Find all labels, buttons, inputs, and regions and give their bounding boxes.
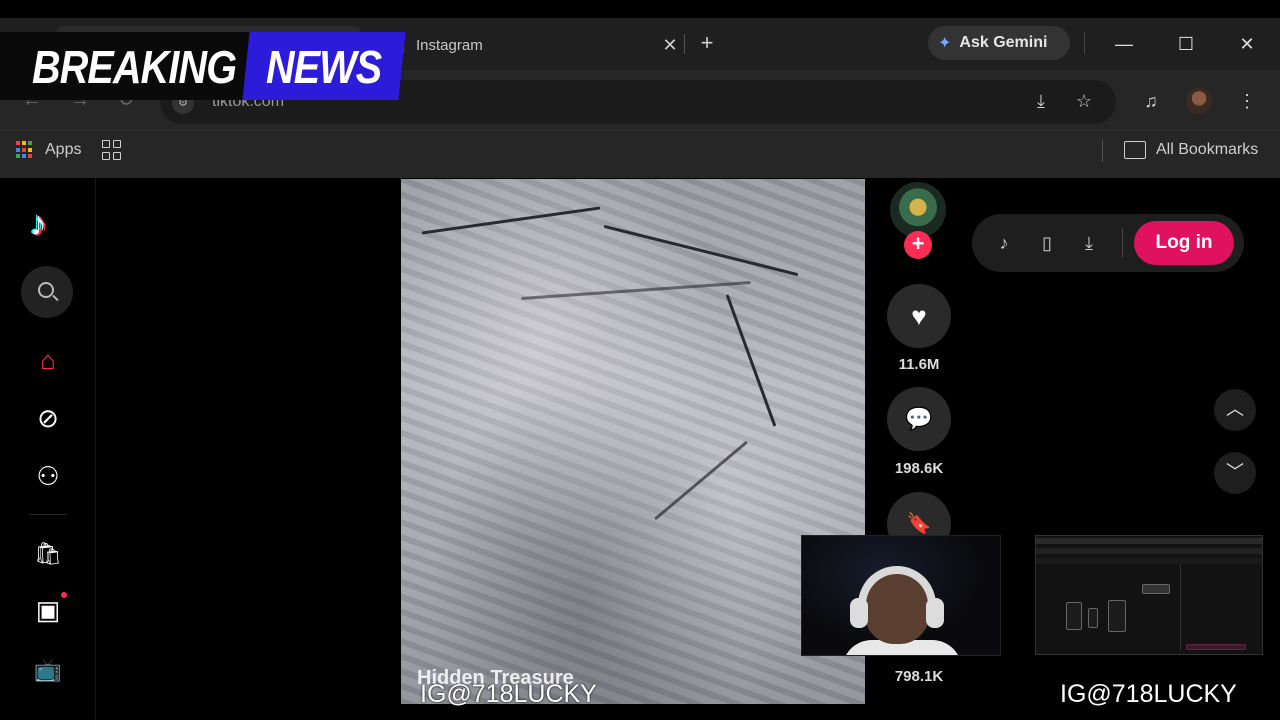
window-controls-separator [1084, 32, 1085, 54]
bookmarks-bar [0, 130, 1280, 178]
watermark-right: IG@718LUCKY [1060, 680, 1237, 708]
thumb-card [1142, 584, 1170, 594]
tab-close-icon[interactable]: ✕ [660, 35, 680, 56]
apps-grid-icon[interactable] [16, 141, 34, 159]
previous-video-button[interactable]: ︿ [1214, 389, 1256, 431]
login-button[interactable]: Log in [1134, 221, 1234, 265]
minimize-button[interactable]: — [1110, 30, 1138, 58]
apps-label[interactable]: Apps [45, 141, 81, 159]
browser-menu-icon[interactable]: ⋮ [1234, 88, 1260, 114]
all-bookmarks-link[interactable]: All Bookmarks [1156, 141, 1258, 159]
creator-avatar[interactable] [890, 182, 946, 238]
rock-crack [603, 224, 799, 277]
explore-icon[interactable]: ⊘ [32, 402, 64, 434]
chevron-up-icon: ︿ [1226, 399, 1244, 419]
thumb-card [1088, 608, 1098, 628]
chevron-down-icon: ﹀ [1226, 462, 1244, 482]
comment-button[interactable]: 💬 [887, 387, 951, 451]
save-count: 798.1K [894, 668, 944, 685]
bookmark-star-icon[interactable]: ☆ [1071, 88, 1097, 114]
maximize-button[interactable]: ☐ [1172, 30, 1200, 58]
watermark-left: IG@718LUCKY [420, 680, 597, 708]
apps-dot [16, 147, 20, 152]
comment-icon: 💬 [905, 406, 933, 431]
screen-thumbnail [1035, 535, 1263, 655]
tiktok-app-icon[interactable]: ♪ [991, 230, 1017, 256]
news-text: NEWS [266, 41, 382, 93]
device-icon[interactable]: ▯ [1034, 230, 1060, 256]
notification-dot [61, 592, 67, 598]
ask-gemini-button[interactable]: ✦ Ask Gemini [928, 26, 1070, 60]
profile-avatar[interactable] [1186, 88, 1212, 114]
shop-icon[interactable]: 🛍 [32, 538, 64, 570]
thumb-card [1186, 644, 1246, 650]
follow-button[interactable]: + [904, 231, 932, 259]
download-icon[interactable]: ⤓ [1076, 230, 1102, 256]
rock-crack [654, 440, 748, 521]
apps-dot [28, 147, 32, 152]
install-app-icon[interactable]: ⤓ [1028, 88, 1054, 114]
tiktok-logo-icon[interactable]: ♪ [30, 205, 64, 243]
apps-dot [28, 141, 32, 145]
top-strip [0, 0, 1280, 18]
sparkle-icon: ✦ [938, 35, 952, 52]
heart-icon: ♥ [911, 301, 927, 331]
left-rail [0, 178, 96, 720]
rock-crack [725, 294, 777, 427]
tab-title: Instagram [416, 36, 483, 54]
home-icon[interactable]: ⌂ [32, 344, 64, 376]
thumb-card [1108, 600, 1126, 632]
headphones-earcup [850, 598, 868, 628]
webcam-overlay [801, 535, 1001, 656]
apps-dot [16, 154, 20, 159]
bookmark-icon: 🔖 [906, 513, 932, 535]
thumb-card [1066, 602, 1082, 630]
apps-dot [22, 147, 26, 152]
search-button[interactable] [21, 266, 73, 318]
pill-separator [1122, 228, 1123, 258]
ask-gemini-label: Ask Gemini [959, 34, 1048, 51]
rock-crack [521, 280, 751, 301]
new-tab-button[interactable]: + [694, 30, 720, 56]
thumb-bookmarks [1036, 558, 1262, 564]
apps-dot [22, 141, 26, 145]
like-button[interactable]: ♥ [887, 284, 951, 348]
headphones-earcup [926, 598, 944, 628]
rock-crack [421, 206, 601, 235]
like-count: 11.6M [898, 356, 940, 373]
tab-groups-icon[interactable] [102, 140, 122, 160]
breaking-text: BREAKING [32, 41, 237, 93]
close-window-button[interactable]: ✕ [1233, 30, 1261, 58]
folder-icon[interactable] [1124, 141, 1146, 159]
apps-dot [22, 154, 26, 159]
thumb-divider [1180, 564, 1181, 650]
video-player[interactable]: Hidden Treasure [401, 179, 865, 704]
bookmarks-separator [1102, 140, 1103, 162]
thumb-toolbar [1036, 548, 1262, 554]
apps-dot [16, 141, 20, 145]
tv-icon[interactable]: 📺 [32, 654, 64, 686]
media-controls-icon[interactable]: ♫ [1138, 88, 1164, 114]
following-icon[interactable]: ⚇ [32, 460, 64, 492]
thumb-tabbar [1036, 538, 1262, 544]
tab-instagram[interactable]: Instagram ✕ [392, 30, 680, 60]
tab-separator [684, 34, 685, 54]
search-icon-handle [52, 294, 59, 302]
comment-count: 198.6K [894, 460, 944, 477]
next-video-button[interactable]: ﹀ [1214, 452, 1256, 494]
apps-dot [28, 154, 32, 159]
live-icon[interactable]: ▣ [32, 594, 64, 626]
rail-divider [30, 514, 66, 515]
